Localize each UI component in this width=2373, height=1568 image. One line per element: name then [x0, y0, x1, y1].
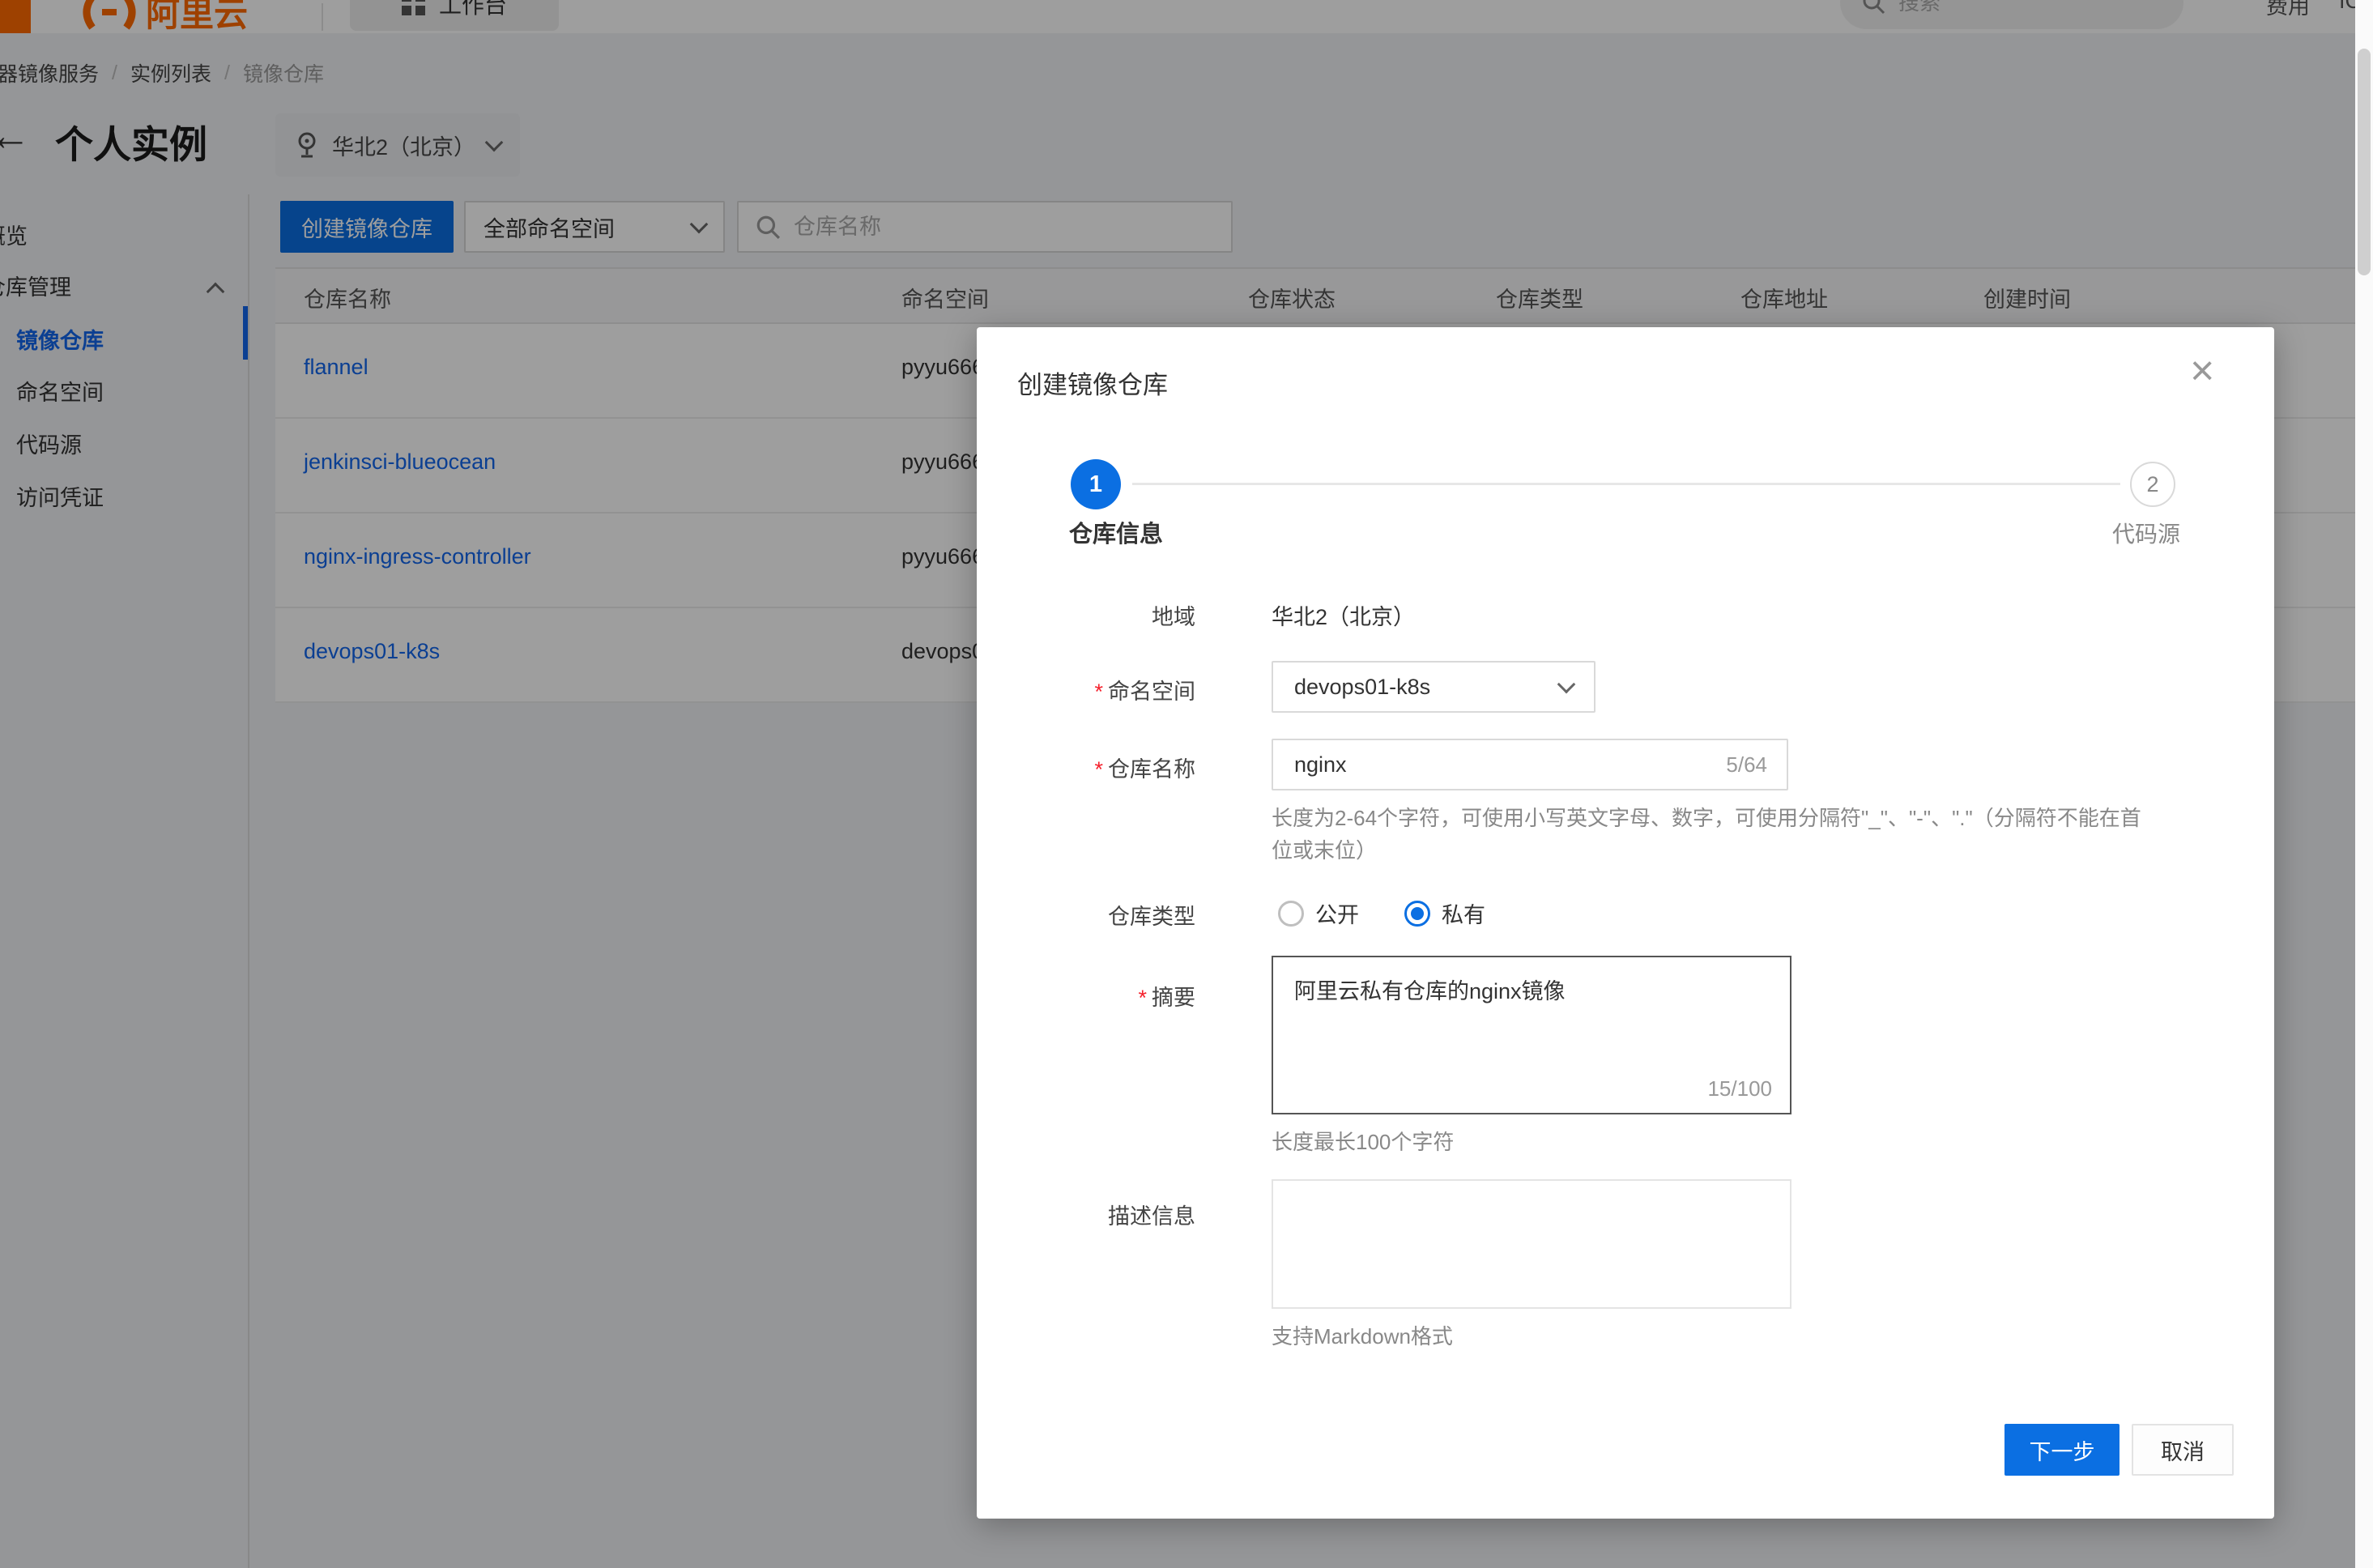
namespace-select-value: devops01-k8s [1294, 675, 1560, 700]
summary-text: 阿里云私有仓库的nginx镜像 [1294, 974, 1566, 1005]
scrollbar-thumb[interactable] [2358, 49, 2371, 275]
radio-public-label: 公开 [1315, 897, 1359, 929]
field-label-repo-name: *仓库名称 [977, 752, 1195, 783]
page-scrollbar[interactable] [2355, 0, 2373, 1568]
summary-help: 长度最长100个字符 [1272, 1126, 1454, 1158]
description-field [1272, 1179, 1791, 1309]
required-asterisk: * [1094, 680, 1103, 704]
create-repo-modal: 创建镜像仓库 × 1 2 仓库信息 代码源 地域 华北2（北京） *命名空间 d… [977, 327, 2274, 1519]
repo-name-field: 5/64 [1272, 739, 1788, 790]
description-textarea[interactable] [1273, 1181, 1790, 1307]
step-2-label: 代码源 [2112, 517, 2180, 549]
step-1-label: 仓库信息 [1069, 515, 1163, 549]
modal-title: 创建镜像仓库 [1017, 364, 1168, 401]
char-counter: 5/64 [1726, 752, 1767, 778]
namespace-select[interactable]: devops01-k8s [1272, 661, 1595, 713]
radio-public[interactable]: 公开 [1278, 897, 1359, 929]
description-help: 支持Markdown格式 [1272, 1320, 1453, 1353]
step-connector [1132, 483, 2120, 485]
char-counter: 15/100 [1707, 1076, 1772, 1101]
field-label-namespace: *命名空间 [977, 674, 1195, 705]
repo-type-radio-group: 公开 私有 [1278, 897, 1485, 929]
step-1-circle: 1 [1071, 459, 1121, 509]
close-icon[interactable]: × [2190, 350, 2214, 392]
field-label-description: 描述信息 [977, 1199, 1195, 1230]
cancel-button[interactable]: 取消 [2132, 1424, 2234, 1476]
radio-private-label: 私有 [1442, 897, 1485, 929]
required-asterisk: * [1094, 757, 1103, 782]
next-step-button[interactable]: 下一步 [2004, 1424, 2120, 1476]
field-value-region: 华北2（北京） [1272, 599, 1415, 631]
field-label-region: 地域 [977, 599, 1195, 631]
field-label-summary: *摘要 [977, 980, 1195, 1012]
radio-off-icon [1278, 901, 1304, 927]
field-label-repo-type: 仓库类型 [977, 899, 1195, 931]
repo-name-help: 长度为2-64个字符，可使用小写英文字母、数字，可使用分隔符"_"、"-"、".… [1272, 802, 2156, 867]
required-asterisk: * [1138, 986, 1147, 1010]
summary-textarea[interactable]: 阿里云私有仓库的nginx镜像 15/100 [1272, 956, 1791, 1114]
chevron-down-icon [1557, 675, 1576, 694]
step-2-circle: 2 [2130, 462, 2175, 507]
repo-name-input[interactable] [1293, 752, 1726, 778]
radio-private[interactable]: 私有 [1404, 897, 1485, 929]
radio-on-icon [1404, 901, 1430, 927]
